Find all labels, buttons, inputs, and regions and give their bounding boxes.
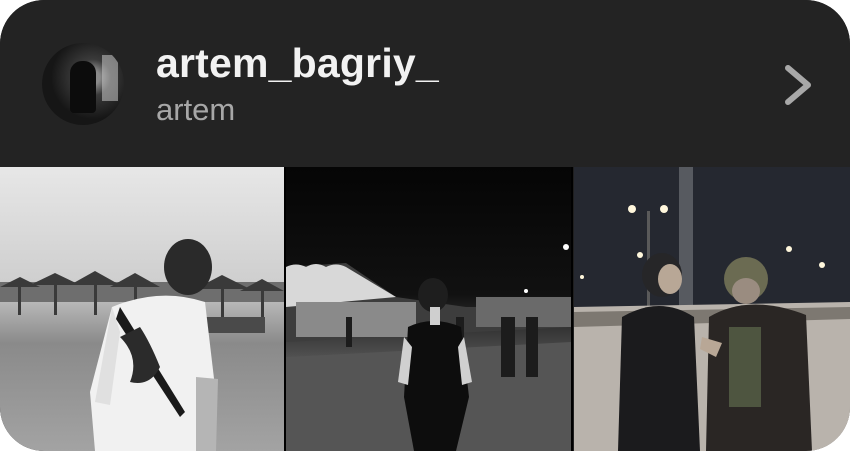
- road-photo-image: [574, 167, 850, 451]
- photo-grid: [0, 167, 850, 451]
- street-photo-image: [286, 244, 571, 451]
- avatar-light: [102, 55, 118, 101]
- photo-divider: [571, 167, 573, 451]
- photo-thumbnail-2[interactable]: [286, 167, 571, 451]
- profile-card[interactable]: artem_bagriy_ artem: [0, 0, 850, 451]
- avatar-figure: [70, 61, 96, 113]
- chevron-right-icon[interactable]: [778, 62, 818, 108]
- photo-thumbnail-3[interactable]: [574, 167, 850, 451]
- full-name: artem: [156, 92, 236, 127]
- avatar[interactable]: [42, 43, 124, 125]
- profile-header[interactable]: artem_bagriy_ artem: [0, 0, 850, 167]
- username[interactable]: artem_bagriy_: [156, 40, 439, 87]
- photo-thumbnail-1[interactable]: [0, 167, 284, 451]
- beach-photo-image: [0, 239, 284, 451]
